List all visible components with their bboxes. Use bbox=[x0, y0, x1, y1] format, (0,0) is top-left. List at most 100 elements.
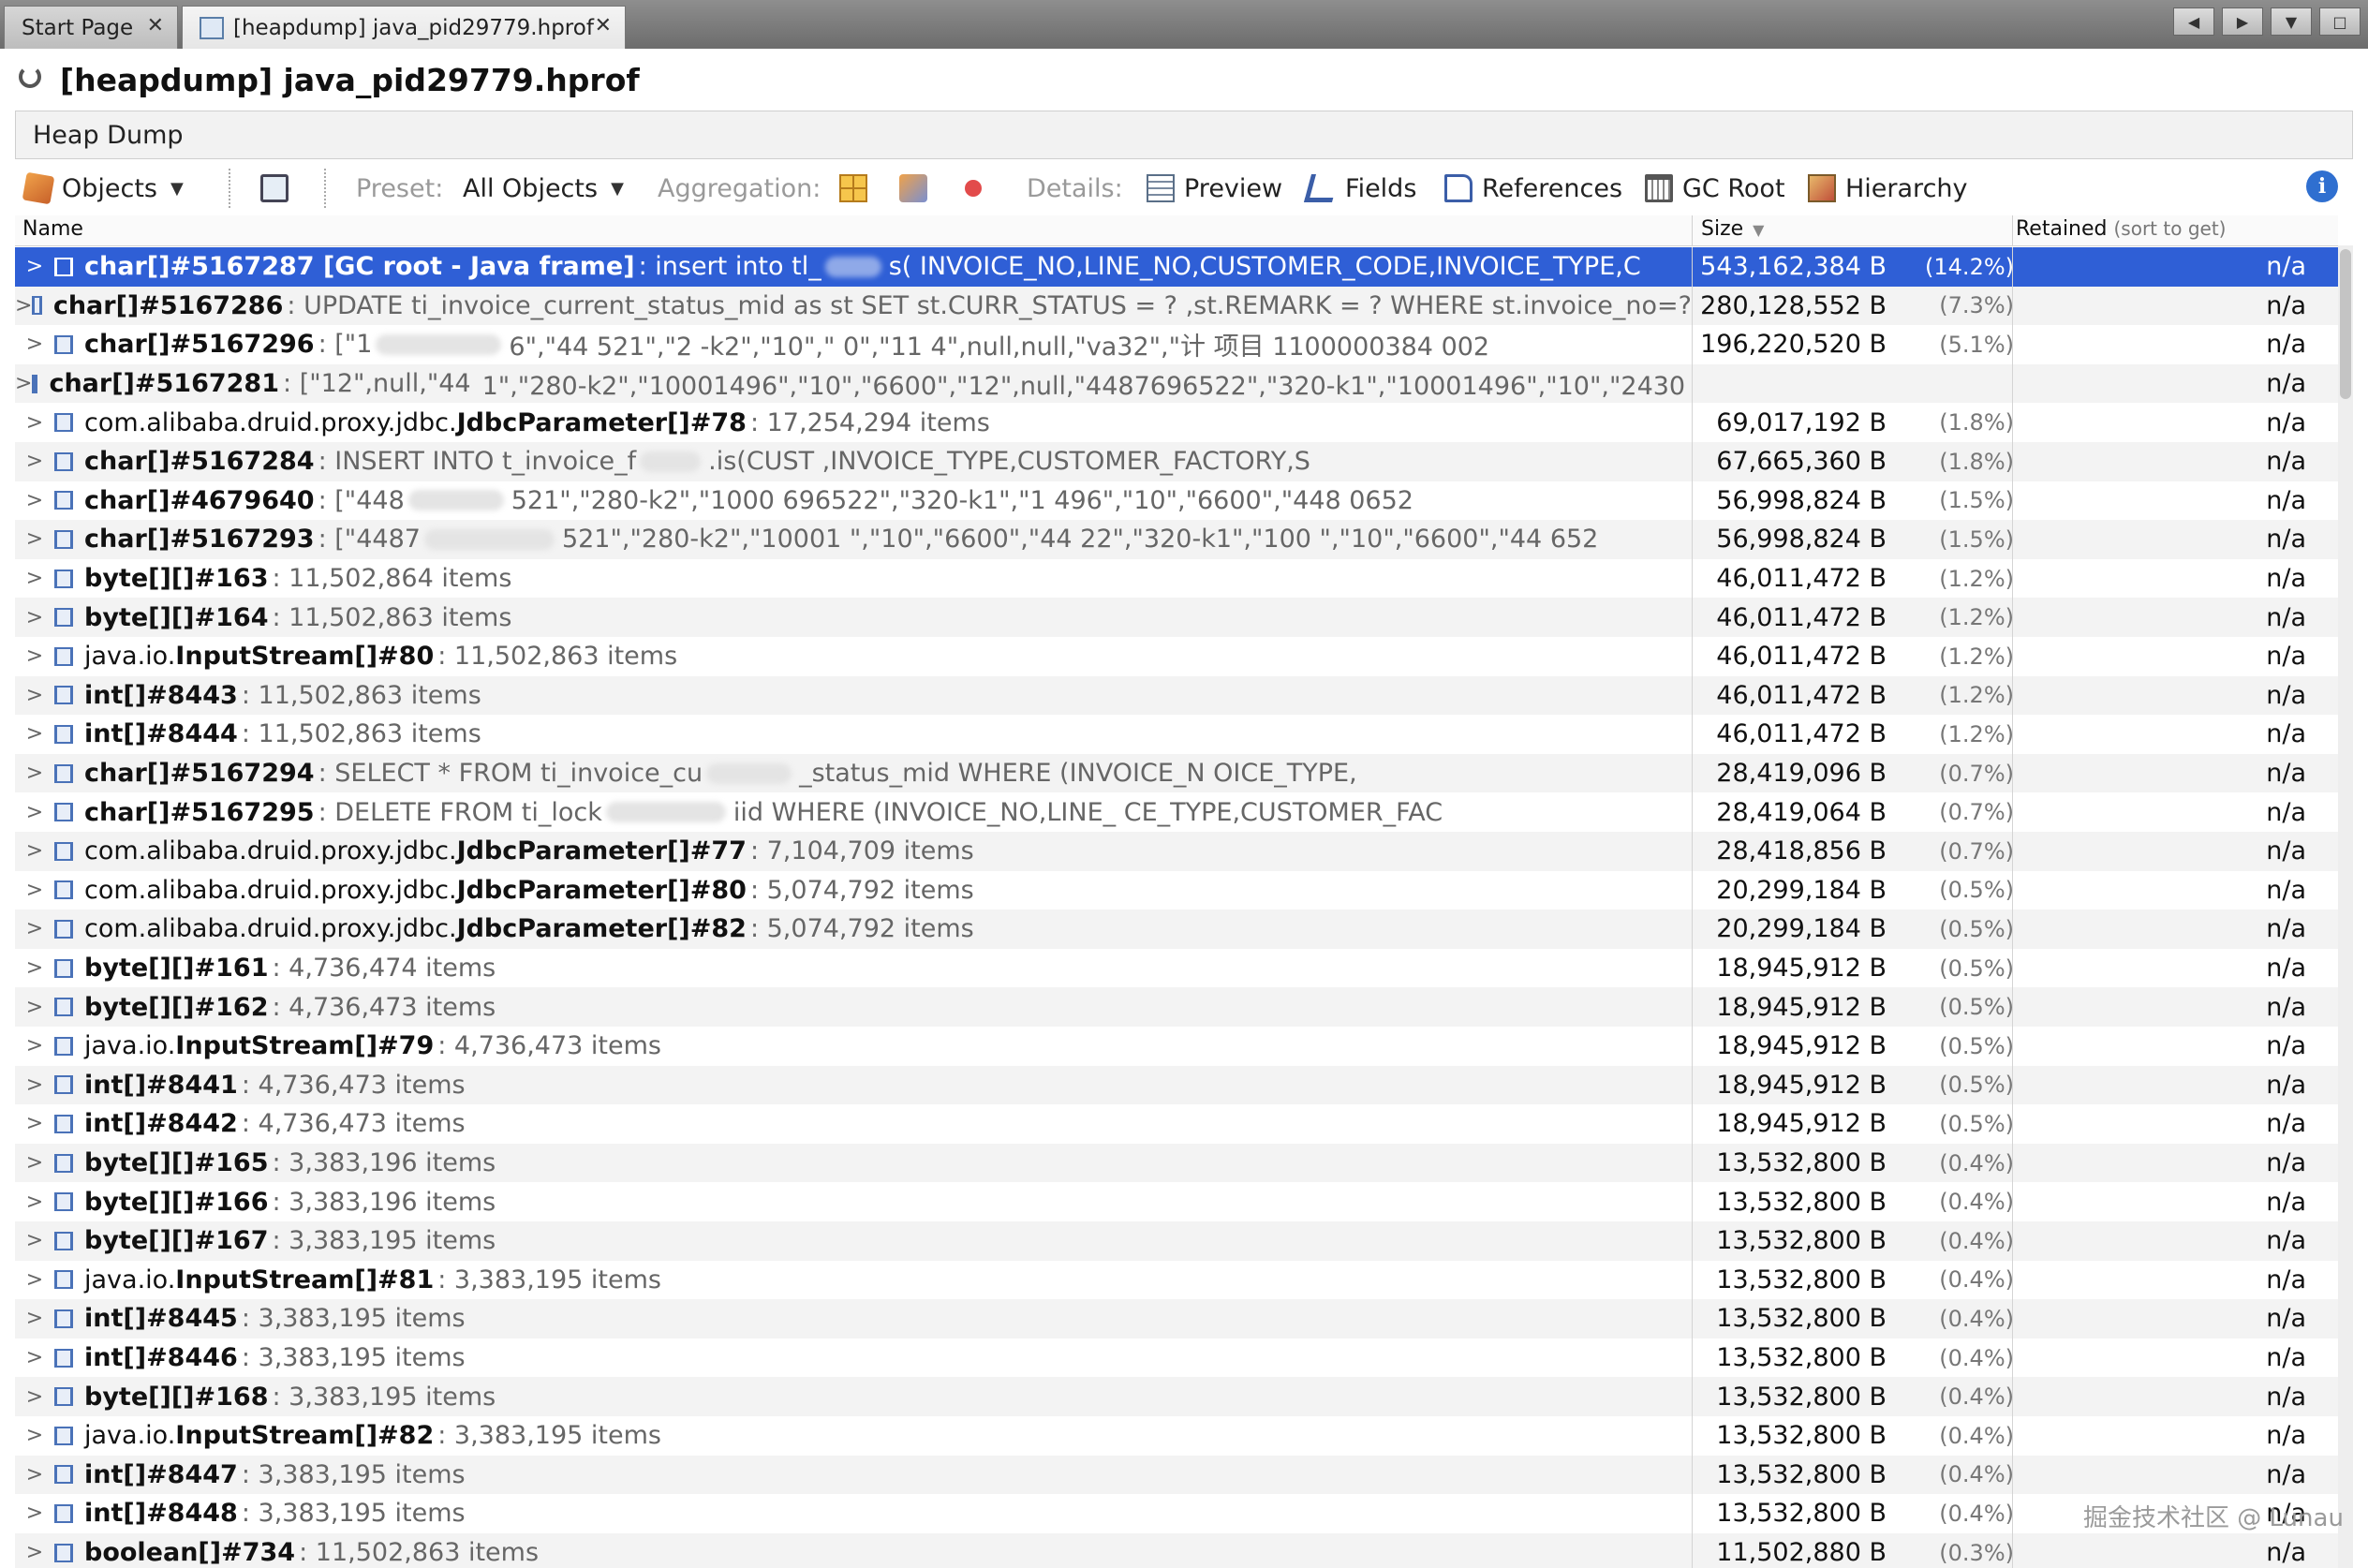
expand-chevron-icon[interactable]: > bbox=[15, 1034, 54, 1058]
tab-heapdump[interactable]: [heapdump] java_pid29779.hprof ✕ bbox=[182, 6, 626, 49]
expand-chevron-icon[interactable]: > bbox=[15, 333, 54, 356]
show-open-documents-button[interactable]: ▼ bbox=[2271, 7, 2312, 36]
table-row[interactable]: > byte[][]#162 : 4,736,473 items 18,945,91… bbox=[15, 987, 2338, 1027]
table-row[interactable]: > com.alibaba.druid.proxy.jdbc.JdbcParame… bbox=[15, 871, 2338, 910]
table-row[interactable]: > byte[][]#168 : 3,383,195 items 13,532,80… bbox=[15, 1377, 2338, 1416]
expand-chevron-icon[interactable]: > bbox=[15, 644, 54, 668]
expand-chevron-icon[interactable]: > bbox=[15, 1191, 54, 1214]
table-row[interactable]: > boolean[]#734 : 11,502,863 items 11,502,… bbox=[15, 1532, 2338, 1568]
expand-chevron-icon[interactable]: > bbox=[15, 1151, 54, 1175]
table-row[interactable]: > java.io.InputStream[]#82 : 3,383,195 it… bbox=[15, 1416, 2338, 1456]
aggregation-packages-button[interactable] bbox=[899, 170, 937, 206]
table-row[interactable]: > byte[][]#166 : 3,383,196 items 13,532,80… bbox=[15, 1182, 2338, 1221]
expand-chevron-icon[interactable]: > bbox=[15, 1307, 54, 1330]
table-row[interactable]: > char[]#5167286 : UPDATE ti_invoice_curr… bbox=[15, 286, 2338, 326]
expand-chevron-icon[interactable]: > bbox=[15, 762, 54, 785]
expand-chevron-icon[interactable]: > bbox=[15, 1229, 54, 1252]
scroll-tabs-right-button[interactable]: ▶ bbox=[2222, 7, 2263, 36]
info-icon[interactable]: i bbox=[2306, 170, 2338, 202]
snapshot-button[interactable] bbox=[260, 170, 298, 206]
table-row[interactable]: > int[]#8442 : 4,736,473 items 18,945,912 … bbox=[15, 1104, 2338, 1144]
table-row[interactable]: > char[]#5167287 [GC root - Java frame] :… bbox=[15, 247, 2338, 287]
expand-chevron-icon[interactable]: > bbox=[15, 996, 54, 1019]
expand-chevron-icon[interactable]: > bbox=[15, 255, 54, 278]
expand-chevron-icon[interactable]: > bbox=[15, 567, 54, 590]
expand-chevron-icon[interactable]: > bbox=[15, 1073, 54, 1097]
table-row[interactable]: > char[]#5167281 : ["12",null,"44 1","280-… bbox=[15, 363, 2338, 404]
column-divider[interactable] bbox=[2012, 215, 2013, 245]
table-row[interactable]: > char[]#4679640 : ["448 521","280-k2","10… bbox=[15, 481, 2338, 521]
table-row[interactable]: > char[]#5167293 : ["4487 521","280-k2","1… bbox=[15, 520, 2338, 559]
column-header-name[interactable]: Name bbox=[22, 217, 83, 241]
close-icon[interactable]: ✕ bbox=[147, 14, 164, 37]
expand-chevron-icon[interactable]: > bbox=[15, 372, 32, 395]
scrollbar-thumb[interactable] bbox=[2340, 249, 2351, 399]
gc-root-toggle-button[interactable]: GC Root bbox=[1645, 170, 1785, 206]
vertical-scrollbar[interactable] bbox=[2338, 245, 2353, 1568]
table-row[interactable]: > java.io.InputStream[]#80 : 11,502,863 i… bbox=[15, 637, 2338, 676]
expand-chevron-icon[interactable]: > bbox=[15, 450, 54, 473]
expand-chevron-icon[interactable]: > bbox=[15, 527, 54, 551]
table-row[interactable]: > com.alibaba.druid.proxy.jdbc.JdbcParame… bbox=[15, 403, 2338, 442]
heap-dump-section[interactable]: Heap Dump bbox=[15, 111, 2353, 159]
table-row[interactable]: > char[]#5167294 : SELECT * FROM ti_invoi… bbox=[15, 753, 2338, 793]
table-row[interactable]: > char[]#5167284 : INSERT INTO t_invoice_… bbox=[15, 442, 2338, 481]
tab-start-page[interactable]: Start Page ✕ bbox=[4, 6, 178, 49]
table-row[interactable]: > java.io.InputStream[]#81 : 3,383,195 it… bbox=[15, 1261, 2338, 1300]
scroll-tabs-left-button[interactable]: ◀ bbox=[2173, 7, 2214, 36]
expand-chevron-icon[interactable]: > bbox=[15, 1268, 54, 1292]
table-row[interactable]: > com.alibaba.druid.proxy.jdbc.JdbcParame… bbox=[15, 910, 2338, 949]
table-row[interactable]: > int[]#8448 : 3,383,195 items 13,532,800 … bbox=[15, 1494, 2338, 1533]
expand-chevron-icon[interactable]: > bbox=[15, 1541, 54, 1564]
table-row[interactable]: > byte[][]#165 : 3,383,196 items 13,532,80… bbox=[15, 1143, 2338, 1183]
close-icon[interactable]: ✕ bbox=[595, 14, 612, 37]
expand-chevron-icon[interactable]: > bbox=[15, 1501, 54, 1525]
table-row[interactable]: > int[]#8441 : 4,736,473 items 18,945,912 … bbox=[15, 1065, 2338, 1105]
table-row[interactable]: > byte[][]#161 : 4,736,474 items 18,945,91… bbox=[15, 949, 2338, 988]
size-cell: 18,945,912 B bbox=[1716, 954, 1887, 984]
column-header-size[interactable]: Size ▼ bbox=[1701, 217, 1764, 241]
expand-chevron-icon[interactable]: > bbox=[15, 1112, 54, 1135]
table-row[interactable]: > byte[][]#163 : 11,502,864 items 46,011,4… bbox=[15, 559, 2338, 599]
array-instance-icon bbox=[54, 1309, 73, 1328]
table-row[interactable]: > java.io.InputStream[]#79 : 4,736,473 it… bbox=[15, 1027, 2338, 1066]
preset-select[interactable]: All Objects ▼ bbox=[463, 170, 624, 206]
preview-toggle-button[interactable]: Preview bbox=[1147, 170, 1282, 206]
table-row[interactable]: > int[]#8447 : 3,383,195 items 13,532,800 … bbox=[15, 1455, 2338, 1495]
table-row[interactable]: > int[]#8443 : 11,502,863 items 46,011,472… bbox=[15, 675, 2338, 716]
table-row[interactable]: > int[]#8444 : 11,502,863 items 46,011,472… bbox=[15, 715, 2338, 754]
expand-chevron-icon[interactable]: > bbox=[15, 684, 54, 707]
fields-toggle-button[interactable]: Fields bbox=[1303, 170, 1416, 206]
array-instance-icon bbox=[54, 1075, 73, 1095]
table-row[interactable]: > char[]#5167296 : ["1 6","44 521","2 -k2"… bbox=[15, 325, 2338, 364]
size-percent-cell: (1.2%) bbox=[1939, 643, 2014, 670]
references-toggle-button[interactable]: References bbox=[1444, 170, 1622, 206]
hierarchy-toggle-button[interactable]: Hierarchy bbox=[1808, 170, 1968, 206]
table-row[interactable]: > com.alibaba.druid.proxy.jdbc.JdbcParame… bbox=[15, 832, 2338, 871]
expand-chevron-icon[interactable]: > bbox=[15, 956, 54, 980]
expand-chevron-icon[interactable]: > bbox=[15, 1463, 54, 1487]
expand-chevron-icon[interactable]: > bbox=[15, 294, 32, 318]
expand-chevron-icon[interactable]: > bbox=[15, 1424, 54, 1447]
table-row[interactable]: > byte[][]#164 : 11,502,863 items 46,011,4… bbox=[15, 598, 2338, 637]
expand-chevron-icon[interactable]: > bbox=[15, 606, 54, 629]
table-row[interactable]: > int[]#8446 : 3,383,195 items 13,532,800 … bbox=[15, 1339, 2338, 1378]
expand-chevron-icon[interactable]: > bbox=[15, 489, 54, 512]
table-row[interactable]: > byte[][]#167 : 3,383,195 items 13,532,80… bbox=[15, 1221, 2338, 1261]
expand-chevron-icon[interactable]: > bbox=[15, 722, 54, 746]
column-divider[interactable] bbox=[1692, 215, 1693, 245]
table-row[interactable]: > char[]#5167295 : DELETE FROM ti_lock iid… bbox=[15, 792, 2338, 832]
expand-chevron-icon[interactable]: > bbox=[15, 1346, 54, 1369]
column-header-retained[interactable]: Retained (sort to get) bbox=[2016, 217, 2226, 241]
expand-chevron-icon[interactable]: > bbox=[15, 879, 54, 902]
expand-chevron-icon[interactable]: > bbox=[15, 1385, 54, 1409]
maximize-window-button[interactable]: □ bbox=[2319, 7, 2361, 36]
expand-chevron-icon[interactable]: > bbox=[15, 801, 54, 824]
table-row[interactable]: > int[]#8445 : 3,383,195 items 13,532,800 … bbox=[15, 1299, 2338, 1339]
expand-chevron-icon[interactable]: > bbox=[15, 839, 54, 863]
objects-view-dropdown[interactable]: Objects ▼ bbox=[22, 170, 184, 206]
aggregation-objects-button[interactable] bbox=[959, 170, 987, 206]
expand-chevron-icon[interactable]: > bbox=[15, 917, 54, 940]
aggregation-classes-button[interactable] bbox=[839, 170, 877, 206]
expand-chevron-icon[interactable]: > bbox=[15, 411, 54, 435]
